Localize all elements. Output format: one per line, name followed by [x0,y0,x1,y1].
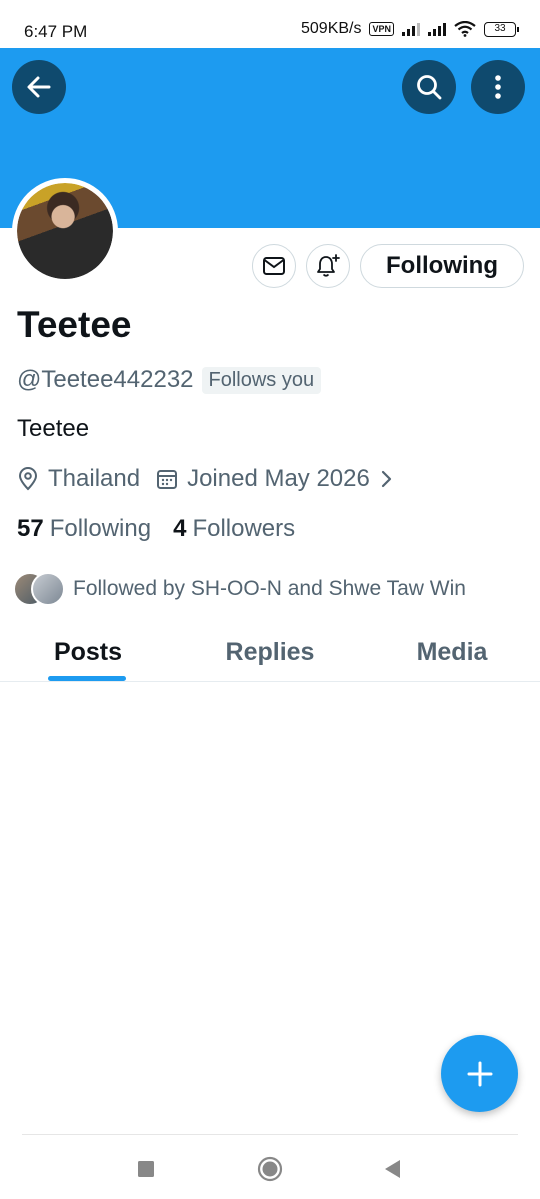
location-text: Thailand [48,465,141,492]
tab-posts[interactable]: Posts [0,622,176,682]
followed-by[interactable]: Followed by SH-OO-N and Shwe Taw Win [13,572,466,606]
system-nav-bar [0,1134,540,1199]
network-speed: 509KB/s [301,20,362,37]
tab-replies[interactable]: Replies [180,622,360,682]
divider [22,1134,518,1135]
chevron-right-icon [381,470,391,488]
joined-text: Joined May 2026 [187,465,370,492]
status-indicators: 509KB/s VPN 33 [301,20,519,38]
display-name: Teetee [17,304,132,345]
vpn-icon: VPN [369,22,394,36]
home-button[interactable] [255,1154,285,1184]
system-back-button[interactable] [377,1154,407,1184]
envelope-icon [263,257,285,275]
following-label: Following [49,515,152,542]
mutual-avatars [13,572,65,606]
message-button[interactable] [252,244,296,288]
signal-icon-2 [428,22,446,36]
followers-label: Followers [192,515,296,542]
recents-button[interactable] [131,1154,161,1184]
more-options-button[interactable] [471,60,525,114]
search-icon [417,75,442,100]
arrow-left-icon [27,76,51,98]
followers-count: 4 [173,515,187,542]
circle-icon [257,1156,283,1182]
user-handle: @Teetee442232 [17,366,194,393]
bell-plus-icon [317,254,340,277]
profile-bio: Teetee [17,415,90,442]
handle-row: @Teetee442232 Follows you [17,366,322,394]
search-button[interactable] [402,60,456,114]
profile-tabs: Posts Replies Media [0,622,540,682]
notify-button[interactable] [306,244,350,288]
status-time: 6:47 PM [24,22,88,41]
location: Thailand [17,465,140,493]
compose-button[interactable] [441,1035,518,1112]
profile-meta: Thailand Joined May 2026 [17,465,409,493]
signal-icon [402,22,420,36]
followers-stat[interactable]: 4 Followers [173,515,295,543]
square-icon [138,1161,154,1177]
following-count: 57 [17,515,44,542]
follow-stats: 57 Following 4 Followers [17,515,317,543]
joined-date[interactable]: Joined May 2026 [156,465,393,493]
calendar-icon [157,470,178,489]
battery-icon: 33 [484,21,519,37]
followed-by-text: Followed by SH-OO-N and Shwe Taw Win [73,577,466,600]
wifi-icon [454,21,476,37]
following-button[interactable]: Following [360,244,524,288]
back-button[interactable] [12,60,66,114]
plus-icon [467,1061,492,1086]
avatar-image [17,183,113,279]
more-vertical-icon [495,75,501,99]
avatar [31,572,65,606]
following-stat[interactable]: 57 Following [17,515,151,543]
location-pin-icon [18,467,38,491]
follows-you-badge: Follows you [201,366,322,394]
status-bar: 6:47 PM 509KB/s VPN 33 [0,0,540,48]
profile-avatar[interactable] [12,178,118,284]
active-tab-indicator [48,676,126,681]
triangle-back-icon [385,1160,400,1178]
tab-media[interactable]: Media [364,622,540,682]
